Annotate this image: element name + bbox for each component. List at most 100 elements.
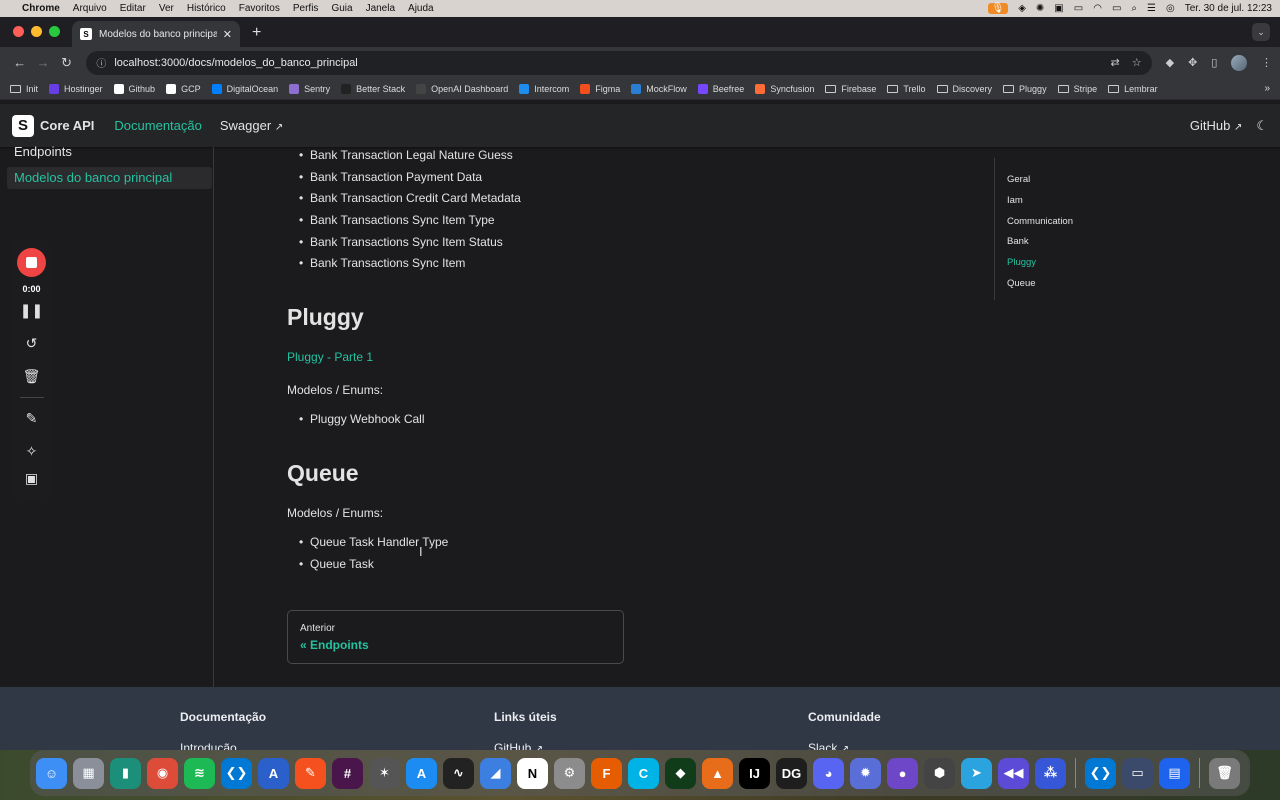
bookmark-github[interactable]: Github	[113, 83, 155, 94]
dock-notion-icon[interactable]: N	[517, 757, 548, 789]
tab-search-icon[interactable]: ⌄	[1252, 23, 1270, 41]
dock-app-24-icon[interactable]: ●	[887, 757, 918, 789]
bookmark-openai-dashboard[interactable]: OpenAI Dashboard	[416, 83, 508, 94]
bookmark-stripe[interactable]: Stripe	[1057, 84, 1097, 94]
dock-matlab-icon[interactable]: ▲	[702, 757, 733, 789]
dock-app-23-icon[interactable]: ✹	[850, 757, 881, 789]
extension-icon[interactable]: ◆	[1166, 56, 1174, 69]
bookmark-intercom[interactable]: Intercom	[519, 83, 569, 94]
dock-app-30-icon[interactable]: ▭	[1122, 757, 1153, 789]
dock-app-3-icon[interactable]: ▮	[110, 757, 141, 789]
sidebar-toggle-icon[interactable]: ▯	[1211, 56, 1217, 69]
address-bar[interactable]: ⓘ localhost:3000/docs/modelos_do_banco_p…	[86, 50, 1152, 75]
toc-item-queue[interactable]: Queue	[995, 274, 1194, 295]
menu-arquivo[interactable]: Arquivo	[73, 3, 107, 14]
core-api-logo[interactable]: S	[12, 114, 34, 137]
dock-app-27-icon[interactable]: ◀◀	[998, 757, 1029, 789]
browser-tab-active[interactable]: S Modelos do banco principal | ✕	[72, 21, 240, 47]
siri-icon[interactable]: ◎	[1166, 3, 1175, 14]
back-arrow-icon[interactable]: ←	[8, 55, 31, 70]
forward-arrow-icon[interactable]: →	[31, 55, 54, 70]
close-tab-icon[interactable]: ✕	[223, 28, 232, 41]
bookmark-firebase[interactable]: Firebase	[825, 84, 876, 94]
fullscreen-window-button[interactable]	[49, 26, 60, 37]
profile-avatar[interactable]	[1231, 54, 1248, 71]
toc-item-communication[interactable]: Communication	[995, 212, 1194, 233]
bookmark-figma[interactable]: Figma	[580, 83, 620, 94]
bookmark-discovery[interactable]: Discovery	[936, 84, 992, 94]
dock-app-10-icon[interactable]: ✶	[369, 757, 400, 789]
dock-activity-monitor-icon[interactable]: ∿	[443, 757, 474, 789]
nav-link-github[interactable]: GitHub ↗	[1190, 118, 1242, 133]
toc-item-iam[interactable]: Iam	[995, 191, 1194, 212]
dock-app-13-icon[interactable]: ◢	[480, 757, 511, 789]
nav-link-swagger[interactable]: Swagger ↗	[220, 118, 283, 133]
dock-trash-icon[interactable]: 🗑	[1209, 757, 1240, 789]
site-brand[interactable]: Core API	[40, 118, 94, 133]
bookmark-init[interactable]: Init	[10, 84, 38, 94]
toc-item-pluggy[interactable]: Pluggy	[995, 253, 1194, 274]
bookmark-trello[interactable]: Trello	[887, 84, 926, 94]
brightness-icon[interactable]: ✺	[1036, 3, 1044, 14]
reload-icon[interactable]: ↻	[55, 55, 78, 71]
dock-finder-icon[interactable]: ☺	[36, 757, 67, 789]
site-info-icon[interactable]: ⓘ	[96, 55, 106, 70]
extensions-puzzle-icon[interactable]: ✥	[1188, 56, 1197, 69]
bookmark-digitalocean[interactable]: DigitalOcean	[211, 83, 278, 94]
dark-mode-toggle-icon[interactable]: ☾	[1256, 118, 1268, 134]
dock-app-28-icon[interactable]: ⁂	[1035, 757, 1066, 789]
camera-icon[interactable]: ▣	[25, 468, 38, 488]
menu-editar[interactable]: Editar	[120, 3, 146, 14]
stop-recording-button[interactable]	[17, 248, 46, 277]
bookmark-better-stack[interactable]: Better Stack	[341, 83, 405, 94]
toc-item-geral[interactable]: Geral	[995, 170, 1194, 191]
dock-app-store-icon[interactable]: A	[406, 757, 437, 789]
menu-ver[interactable]: Ver	[159, 3, 174, 14]
minimize-window-button[interactable]	[31, 26, 42, 37]
dock-intellij-icon[interactable]: IJ	[739, 757, 770, 789]
dock-app-25-icon[interactable]: ⬢	[924, 757, 955, 789]
dock-telegram-icon[interactable]: ➤	[961, 757, 992, 789]
dock-app-7-icon[interactable]: A	[258, 757, 289, 789]
restart-icon[interactable]: ↺	[26, 327, 38, 360]
screen-icon[interactable]: ▣	[1054, 3, 1063, 14]
bookmark-syncfusion[interactable]: Syncfusion	[755, 83, 814, 94]
bookmark-beefree[interactable]: Beefree	[697, 83, 744, 94]
spotlight-search-icon[interactable]: ⌕	[1131, 3, 1137, 14]
dock-slack-icon[interactable]: #	[332, 757, 363, 789]
toc-item-bank[interactable]: Bank	[995, 232, 1194, 253]
dock-chrome-icon[interactable]: ◉	[147, 757, 178, 789]
bookmark-pluggy[interactable]: Pluggy	[1003, 84, 1047, 94]
new-tab-button[interactable]: +	[240, 24, 273, 47]
dock-discord-icon[interactable]: ◕	[813, 757, 844, 789]
battery-icon[interactable]: ▭	[1112, 3, 1121, 14]
sidebar-item-endpoints[interactable]: Endpoints	[0, 141, 213, 163]
sidebar-item-modelos-do-banco-principal[interactable]: Modelos do banco principal	[7, 167, 212, 189]
bookmark-gcp[interactable]: GCP	[166, 83, 201, 94]
menu-historico[interactable]: Histórico	[187, 3, 226, 14]
nav-link-documentacao[interactable]: Documentação	[114, 118, 201, 133]
menu-chrome[interactable]: Chrome	[22, 3, 60, 14]
effects-wand-icon[interactable]: ✧	[26, 435, 38, 468]
pluggy-parte-1-link[interactable]: Pluggy - Parte 1	[287, 350, 967, 364]
dock-launchpad-icon[interactable]: ▦	[73, 757, 104, 789]
dock-mongodb-icon[interactable]: ◆	[665, 757, 696, 789]
pencil-icon[interactable]: ✎	[26, 402, 38, 435]
close-window-button[interactable]	[13, 26, 24, 37]
display-icon[interactable]: ▭	[1074, 3, 1083, 14]
dock-spotify-icon[interactable]: ≋	[184, 757, 215, 789]
bookmark-sentry[interactable]: Sentry	[289, 83, 330, 94]
menu-kebab-icon[interactable]: ⋮	[1261, 56, 1272, 69]
pagination-previous[interactable]: Anterior « Endpoints	[287, 610, 624, 664]
dock-vscode-2-icon[interactable]: ❮❯	[1085, 757, 1116, 789]
more-bookmarks-chevron-icon[interactable]: »	[1264, 83, 1270, 94]
trash-icon[interactable]: 🗑	[23, 360, 41, 393]
dock-app-16-icon[interactable]: F	[591, 757, 622, 789]
menu-favoritos[interactable]: Favoritos	[239, 3, 280, 14]
dock-datagrip-icon[interactable]: DG	[776, 757, 807, 789]
status-app-icon[interactable]: ◈	[1018, 3, 1026, 14]
menu-guia[interactable]: Guia	[331, 3, 352, 14]
pause-icon[interactable]: ❚❚	[20, 294, 43, 327]
translate-icon[interactable]: ⇄	[1111, 56, 1120, 69]
microphone-icon[interactable]: 🎙	[987, 3, 1009, 14]
